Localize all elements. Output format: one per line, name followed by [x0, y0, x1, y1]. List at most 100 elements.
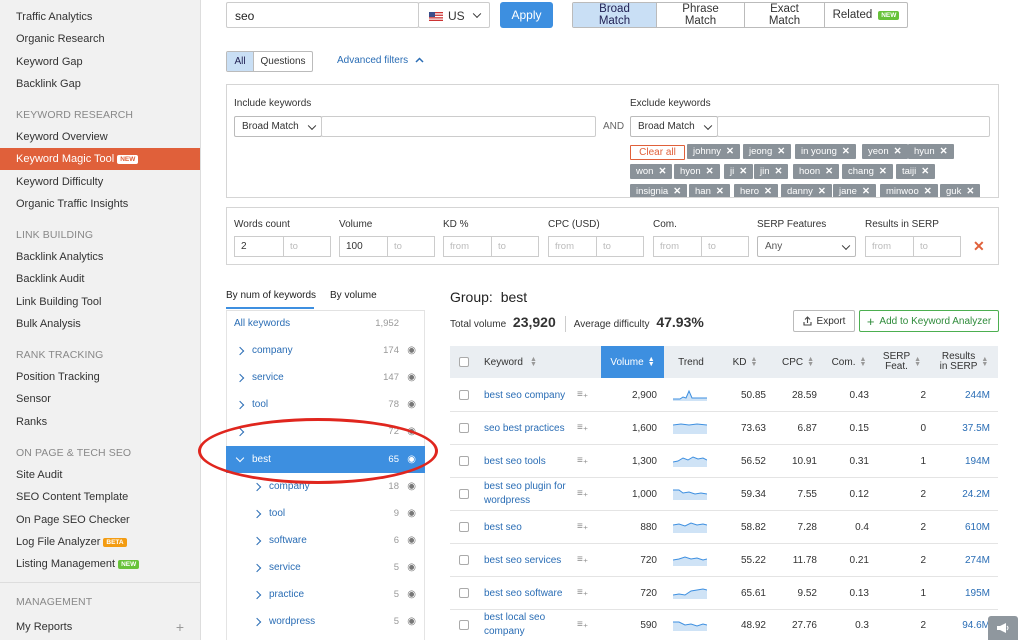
close-icon[interactable]: ✕: [673, 186, 681, 197]
com-from-input[interactable]: from: [653, 236, 701, 257]
tree-item-all-keywords[interactable]: All keywords 1,952: [226, 311, 425, 336]
keyword-link-line-2[interactable]: company: [484, 626, 525, 637]
keyword-link[interactable]: seo best practices: [484, 423, 565, 434]
eye-icon[interactable]: ◉: [407, 562, 416, 573]
close-icon[interactable]: ✕: [739, 166, 747, 177]
add-to-list-icon[interactable]: ≡₊: [577, 521, 588, 532]
sidebar-item-keyword-gap[interactable]: Keyword Gap: [0, 51, 200, 73]
exclude-match-select[interactable]: Broad Match: [630, 116, 718, 137]
keyword-link[interactable]: best seo tools: [484, 456, 546, 467]
include-keywords-input[interactable]: [321, 116, 596, 137]
feedback-widget[interactable]: [988, 616, 1018, 640]
advanced-filters-toggle[interactable]: Advanced filters: [337, 55, 424, 66]
keyword-link[interactable]: best local seo: [484, 612, 545, 623]
close-icon[interactable]: ✕: [862, 186, 870, 197]
cpc-to-input[interactable]: to: [596, 236, 644, 257]
add-to-list-icon[interactable]: ≡₊: [577, 455, 588, 466]
keyword-column-header[interactable]: Keyword ▲ ▼: [450, 346, 601, 378]
row-checkbox[interactable]: [459, 423, 469, 433]
exclude-tag[interactable]: johnny ✕: [687, 144, 740, 159]
words-count-to-input[interactable]: to: [283, 236, 331, 257]
kd-column-header[interactable]: KD ▲ ▼: [718, 346, 772, 378]
tab-related[interactable]: Related NEW: [825, 3, 907, 27]
add-to-keyword-analyzer-button[interactable]: + Add to Keyword Analyzer: [859, 310, 999, 332]
close-icon[interactable]: ✕: [764, 186, 772, 197]
row-checkbox[interactable]: [459, 620, 469, 630]
exclude-tag[interactable]: han ✕: [689, 184, 730, 197]
sidebar-item-organic-research[interactable]: Organic Research: [0, 28, 200, 50]
eye-icon[interactable]: ◉: [407, 589, 416, 600]
sidebar-item-sensor[interactable]: Sensor: [0, 388, 200, 410]
tab-exact-match[interactable]: Exact Match: [745, 3, 825, 27]
com-column-header[interactable]: Com. ▲ ▼: [824, 346, 874, 378]
exclude-tag[interactable]: hoon ✕: [793, 164, 840, 179]
close-icon[interactable]: ✕: [921, 166, 929, 177]
serp-features-column-header[interactable]: SERP Feat. ▲ ▼: [874, 346, 930, 378]
sidebar-item-keyword-difficulty[interactable]: Keyword Difficulty: [0, 171, 200, 193]
keyword-link-line-2[interactable]: wordpress: [484, 495, 530, 506]
add-to-list-icon[interactable]: ≡₊: [577, 389, 588, 400]
tree-item[interactable]: tool 78 ◉: [226, 391, 425, 418]
keyword-link[interactable]: best seo software: [484, 588, 562, 599]
sidebar-item-log-file-analyzer[interactable]: Log File Analyzer BETA: [0, 531, 200, 553]
eye-icon[interactable]: ◉: [407, 345, 416, 356]
row-checkbox[interactable]: [459, 522, 469, 532]
row-checkbox[interactable]: [459, 489, 469, 499]
clear-filters-icon[interactable]: ✕: [973, 238, 985, 255]
results-link[interactable]: 194M: [930, 456, 990, 467]
exclude-tag[interactable]: hyun ✕: [908, 144, 954, 159]
eye-icon[interactable]: ◉: [407, 454, 416, 465]
sidebar-item-listing-management[interactable]: Listing Management NEW: [0, 553, 200, 575]
tab-phrase-match[interactable]: Phrase Match: [657, 3, 745, 27]
sidebar-item-organic-traffic-insights[interactable]: Organic Traffic Insights: [0, 193, 200, 215]
tree-item[interactable]: company 174 ◉: [226, 337, 425, 364]
exclude-tag[interactable]: guk ✕: [940, 184, 981, 197]
row-checkbox[interactable]: [459, 456, 469, 466]
keyword-link[interactable]: best seo plugin for: [484, 481, 566, 492]
eye-icon[interactable]: ◉: [407, 481, 416, 492]
close-icon[interactable]: ✕: [706, 166, 714, 177]
sidebar-item-seo-content-template[interactable]: SEO Content Template: [0, 486, 200, 508]
results-link[interactable]: 94.6M: [930, 620, 990, 631]
close-icon[interactable]: ✕: [825, 166, 833, 177]
exclude-tag[interactable]: won ✕: [630, 164, 673, 179]
keyword-link[interactable]: best seo services: [484, 555, 561, 566]
exclude-tag[interactable]: minwoo ✕: [880, 184, 938, 197]
eye-icon[interactable]: ◉: [407, 535, 416, 546]
close-icon[interactable]: ✕: [879, 166, 887, 177]
exclude-tag[interactable]: ji ✕: [724, 164, 754, 179]
sidebar-item-ranks[interactable]: Ranks: [0, 411, 200, 433]
sidebar-item-link-building-tool[interactable]: Link Building Tool: [0, 291, 200, 313]
exclude-tag[interactable]: chang ✕: [842, 164, 893, 179]
add-to-list-icon[interactable]: ≡₊: [577, 422, 588, 433]
tab-all[interactable]: All: [227, 52, 254, 71]
exclude-tag[interactable]: insignia ✕: [630, 184, 688, 197]
exclude-tag[interactable]: in young ✕: [795, 144, 856, 159]
close-icon[interactable]: ✕: [894, 146, 902, 157]
sidebar-item-traffic-analytics[interactable]: Traffic Analytics: [0, 6, 200, 28]
sidebar-item-on-page-seo-checker[interactable]: On Page SEO Checker: [0, 509, 200, 531]
com-to-input[interactable]: to: [701, 236, 749, 257]
keyword-search-input[interactable]: seo: [226, 2, 419, 28]
include-match-select[interactable]: Broad Match: [234, 116, 322, 137]
tab-questions[interactable]: Questions: [254, 52, 312, 71]
close-icon[interactable]: ✕: [658, 166, 666, 177]
close-icon[interactable]: ✕: [777, 146, 785, 157]
results-from-input[interactable]: from: [865, 236, 913, 257]
kd-to-input[interactable]: to: [491, 236, 539, 257]
tree-item[interactable]: service 147 ◉: [226, 364, 425, 391]
tree-subitem[interactable]: wordpress 5 ◉: [226, 608, 425, 635]
results-to-input[interactable]: to: [913, 236, 961, 257]
sidebar-item-keyword-overview[interactable]: Keyword Overview: [0, 126, 200, 148]
row-checkbox[interactable]: [459, 555, 469, 565]
results-link[interactable]: 24.2M: [930, 489, 990, 500]
country-select[interactable]: US: [418, 2, 490, 28]
kd-from-input[interactable]: from: [443, 236, 491, 257]
serp-features-select[interactable]: Any: [757, 236, 856, 257]
add-to-list-icon[interactable]: ≡₊: [577, 587, 588, 598]
sidebar-item-site-audit[interactable]: Site Audit: [0, 464, 200, 486]
results-link[interactable]: 274M: [930, 555, 990, 566]
close-icon[interactable]: ✕: [716, 186, 724, 197]
eye-icon[interactable]: ◉: [407, 508, 416, 519]
results-link[interactable]: 37.5M: [930, 423, 990, 434]
